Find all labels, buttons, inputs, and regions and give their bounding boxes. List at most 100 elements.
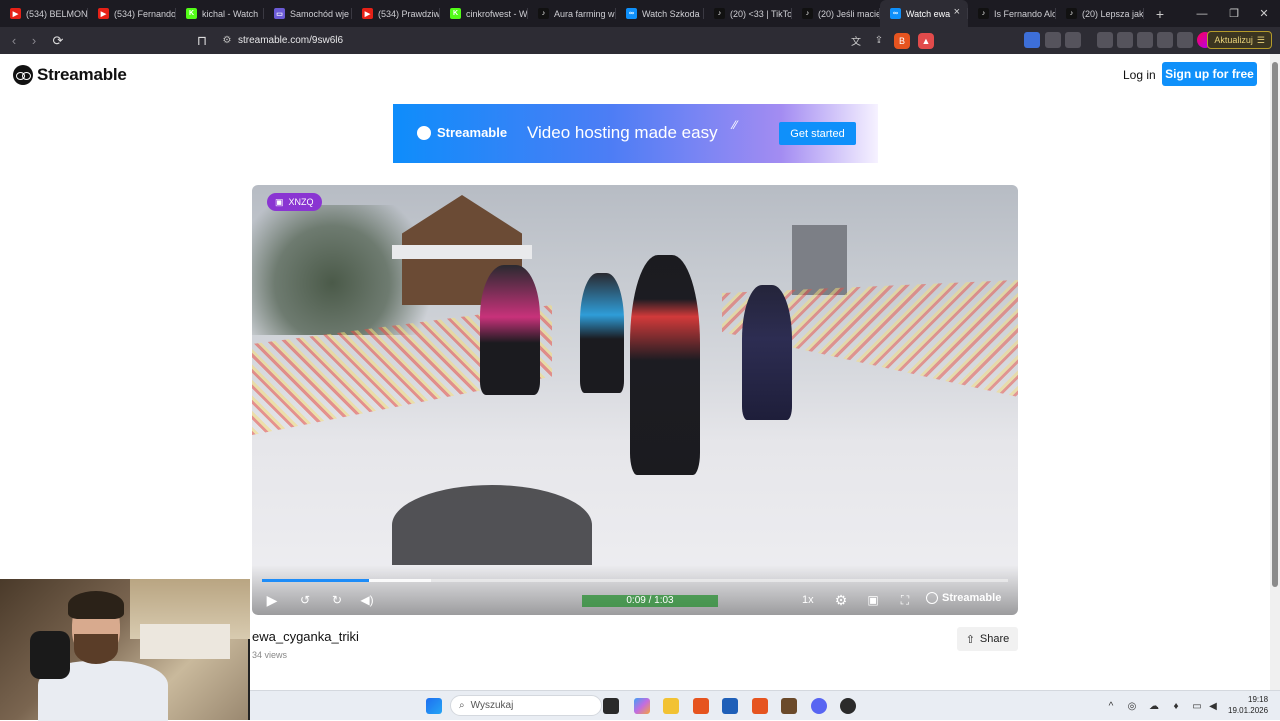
update-button[interactable]: Aktualizuj ☰ xyxy=(1207,31,1272,49)
video-frame-skier xyxy=(742,285,792,420)
copilot-icon[interactable] xyxy=(634,698,650,714)
browser-tab[interactable]: Kcinkrofwest - W xyxy=(440,0,528,27)
browser-tab[interactable]: ∞ Watch ewa × xyxy=(880,0,968,27)
picture-in-picture-icon[interactable]: ▣ xyxy=(864,591,882,609)
browser-tab[interactable]: ∞ Watch Szkoda xyxy=(616,0,704,27)
minimize-icon[interactable]: — xyxy=(1186,0,1218,27)
browser-tab[interactable]: ▭ Samochód wje xyxy=(264,0,352,27)
banner-logo: Streamable xyxy=(417,125,507,140)
maximize-icon[interactable]: ❐ xyxy=(1218,0,1250,27)
forward-icon[interactable]: › xyxy=(24,31,44,51)
site-info-icon[interactable]: ⚙ xyxy=(216,35,238,46)
close-window-icon[interactable]: ✕ xyxy=(1248,0,1280,27)
browser-tab[interactable]: ♪ (20) Lepsza jako xyxy=(1056,0,1144,27)
tab-label: (20) Jeśli macie xyxy=(818,8,880,19)
speaker-icon[interactable]: ◀ xyxy=(1207,700,1219,712)
ad-banner[interactable]: Streamable Video hosting made easy ⁄⁄ Ge… xyxy=(393,104,878,163)
site-logo[interactable]: Streamable xyxy=(13,65,127,85)
brave-shields-icon[interactable]: B xyxy=(894,32,910,49)
back-icon[interactable]: ‹ xyxy=(4,31,24,51)
tab-favicon-icon: ∞ xyxy=(626,8,637,19)
progress-bar[interactable] xyxy=(262,579,1008,582)
badge-label: XNZQ xyxy=(288,197,314,207)
store-icon[interactable] xyxy=(722,698,738,714)
webcam-person-hair xyxy=(68,591,124,619)
onedrive-icon[interactable]: ☁ xyxy=(1148,700,1160,712)
get-started-button[interactable]: Get started xyxy=(779,122,856,145)
tab-favicon-icon: ▶ xyxy=(98,8,109,19)
app-icon[interactable] xyxy=(840,698,856,714)
wallet-icon[interactable] xyxy=(1137,32,1153,48)
watermark-text: Streamable xyxy=(942,592,1002,604)
tab-favicon-icon: K xyxy=(450,8,461,19)
fullscreen-icon[interactable]: ⛶ xyxy=(896,591,914,609)
close-tab-icon[interactable]: × xyxy=(954,6,960,18)
settings-icon[interactable]: ⚙ xyxy=(832,591,850,609)
translate-icon[interactable]: 文 xyxy=(846,31,866,51)
watermark-logo-icon xyxy=(926,592,938,604)
discord-icon[interactable] xyxy=(811,698,827,714)
brave-browser-icon[interactable] xyxy=(693,698,709,714)
address-bar[interactable]: ⚙ streamable.com/9sw6l6 xyxy=(216,30,938,51)
tab-favicon-icon: ▶ xyxy=(10,8,21,19)
twitch-badge[interactable]: ▣ XNZQ xyxy=(267,193,322,211)
tab-favicon-icon: ∞ xyxy=(890,8,901,19)
volume-icon[interactable]: ◀) xyxy=(358,591,376,609)
vpn-icon[interactable] xyxy=(1177,32,1193,48)
tab-label: cinkrofwest - W xyxy=(466,8,528,19)
tab-favicon-icon: ♪ xyxy=(538,8,549,19)
obs-icon[interactable] xyxy=(781,698,797,714)
scrollbar-thumb[interactable] xyxy=(1272,62,1278,587)
tray-app-icon[interactable]: ◎ xyxy=(1126,700,1138,712)
reload-icon[interactable]: ⟳ xyxy=(48,31,68,51)
signup-button[interactable]: Sign up for free xyxy=(1162,62,1257,86)
taskbar-clock[interactable]: 19:18 19.01.2026 xyxy=(1228,694,1268,716)
forward-skip-icon[interactable]: ↻ xyxy=(328,591,346,609)
video-frame-building xyxy=(792,225,847,295)
sidebar-icon[interactable] xyxy=(1117,32,1133,48)
browser-tab[interactable]: Kkichal - Watch xyxy=(176,0,264,27)
browser-tab[interactable]: ♪ Aura farming w xyxy=(528,0,616,27)
display-icon[interactable]: ▭ xyxy=(1191,700,1203,712)
sparkle-icon: ⁄⁄ xyxy=(733,118,738,132)
browser-tab[interactable]: ♪ (20) <33 | TikTo xyxy=(704,0,792,27)
task-view-icon[interactable] xyxy=(603,698,619,714)
windows-start-icon[interactable] xyxy=(426,698,442,714)
taskbar-search[interactable]: ⌕ Wyszukaj xyxy=(450,695,602,716)
banner-logo-icon xyxy=(417,125,431,140)
bookmark-icon[interactable]: ⊓ xyxy=(192,31,212,51)
search-placeholder: Wyszukaj xyxy=(470,700,514,711)
share-label: Share xyxy=(979,633,1010,645)
play-icon[interactable]: ▶ xyxy=(263,591,281,609)
extension-icon[interactable] xyxy=(1024,32,1040,48)
rewind-icon[interactable]: ↺ xyxy=(296,591,314,609)
microphone-icon[interactable]: ♦ xyxy=(1170,700,1182,712)
video-player[interactable]: ▣ XNZQ ▶ ↺ ↻ ◀) 0:09 / 1:03 1x ⚙ ▣ ⛶ Str… xyxy=(252,185,1018,615)
streamable-watermark[interactable]: Streamable xyxy=(926,592,1001,604)
brave-rewards-icon[interactable]: ▲ xyxy=(918,32,934,49)
screenshot-icon[interactable] xyxy=(1065,32,1081,48)
browser-tab[interactable]: ▶ (534) BELMONT xyxy=(0,0,88,27)
share-page-icon[interactable]: ⇪ xyxy=(869,31,889,51)
tab-label: (534) Prawdziw xyxy=(378,8,440,19)
tab-label: Is Fernando Alo xyxy=(994,8,1056,19)
browser-tab[interactable]: ▶ (534) Fernando xyxy=(88,0,176,27)
browser-tab[interactable]: ♪ (20) Jeśli macie xyxy=(792,0,880,27)
browser-tab[interactable]: ▶ (534) Prawdziw xyxy=(352,0,440,27)
share-button[interactable]: ⇧ Share xyxy=(957,627,1018,651)
leo-ai-icon[interactable] xyxy=(1157,32,1173,48)
view-count: 34 views xyxy=(252,650,288,660)
tab-favicon-icon: ♪ xyxy=(802,8,813,19)
tray-overflow-icon[interactable]: ^ xyxy=(1105,700,1117,712)
tab-label: Aura farming w xyxy=(554,8,615,19)
tab-label: (20) <33 | TikTo xyxy=(730,8,792,19)
login-link[interactable]: Log in xyxy=(1123,68,1156,82)
new-tab-button[interactable]: + xyxy=(1148,6,1172,22)
file-explorer-icon[interactable] xyxy=(663,698,679,714)
progress-fill xyxy=(262,579,369,582)
browser-tab[interactable]: ♪ Is Fernando Alo xyxy=(968,0,1056,27)
brave-browser-active-icon[interactable] xyxy=(752,698,768,714)
speed-button[interactable]: 1x xyxy=(802,594,814,606)
extensions-puzzle-icon[interactable] xyxy=(1045,32,1061,48)
media-icon[interactable] xyxy=(1097,32,1113,48)
